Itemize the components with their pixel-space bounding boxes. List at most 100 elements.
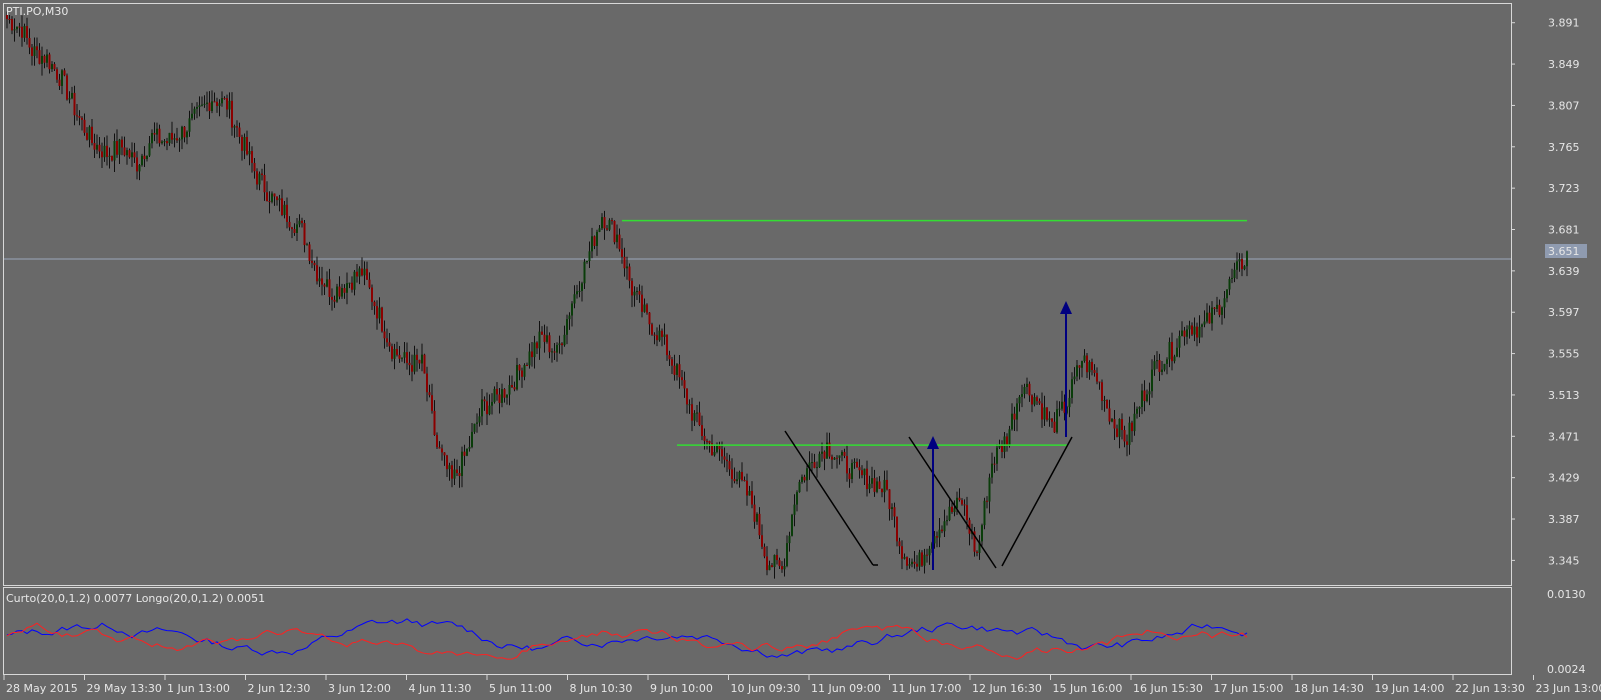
candle-body	[963, 504, 966, 506]
candle-body	[1241, 258, 1243, 270]
price-tick-label: 3.429	[1548, 472, 1580, 485]
candle-body	[886, 479, 888, 490]
candle-body	[966, 505, 968, 521]
candle-body	[146, 155, 148, 160]
candle-body	[111, 155, 113, 161]
candle-body	[696, 412, 698, 414]
candle-body	[338, 286, 341, 297]
indicator-level-high: 0.0130	[1547, 588, 1586, 601]
candle-body	[1228, 279, 1231, 290]
candle-body	[341, 288, 343, 297]
candle-body	[1013, 413, 1016, 420]
candle-body	[468, 447, 471, 449]
candle-body	[271, 193, 273, 202]
candle-body	[991, 463, 993, 478]
candle-body	[1118, 419, 1121, 437]
candle-body	[1166, 359, 1168, 364]
candle-body	[1161, 369, 1163, 372]
candle-body	[108, 155, 111, 157]
candle-body	[513, 387, 516, 390]
candle-body	[243, 136, 246, 151]
price-tick-label: 3.891	[1548, 17, 1580, 30]
candle-body	[868, 483, 871, 490]
candle-body	[11, 19, 13, 31]
candle-body	[503, 389, 506, 398]
time-tick-label: 5 Jun 11:00	[489, 682, 552, 695]
time-tick-label: 15 Jun 16:00	[1053, 682, 1123, 695]
time-tick-label: 22 Jun 13:30	[1455, 682, 1525, 695]
candle-body	[598, 228, 601, 232]
candle-body	[636, 291, 638, 293]
candle-body	[1198, 326, 1201, 338]
candle-body	[813, 462, 816, 468]
trading-chart[interactable]: 3.891 3.849 3.807 3.765 3.723 3.681 3.639 3.597…	[0, 0, 1601, 700]
candle-body	[21, 26, 23, 38]
candle-body	[121, 139, 123, 148]
candle-body	[778, 560, 781, 567]
candle-body	[838, 455, 841, 458]
candle-body	[143, 155, 146, 160]
candle-body	[1113, 419, 1116, 429]
candle-body	[1211, 307, 1213, 324]
candle-body	[693, 413, 696, 421]
candle-body	[1151, 369, 1153, 392]
candle-body	[591, 236, 593, 252]
candle-body	[238, 127, 241, 137]
candle-body	[71, 92, 73, 99]
candle-body	[258, 173, 261, 185]
candle-body	[118, 139, 121, 155]
candle-body	[1131, 422, 1133, 432]
time-tick-label: 11 Jun 09:00	[811, 682, 881, 695]
candle-body	[1026, 383, 1028, 387]
candle-body	[1003, 436, 1006, 452]
candle-body	[576, 291, 578, 295]
time-tick-label: 1 Jun 13:00	[167, 682, 230, 695]
candle-body	[206, 102, 208, 104]
candle-body	[221, 98, 223, 104]
candle-body	[843, 451, 846, 456]
candle-body	[803, 476, 806, 481]
candle-body	[261, 173, 263, 175]
candle-body	[816, 467, 818, 469]
candle-body	[231, 100, 233, 128]
candle-body	[551, 351, 553, 353]
candle-body	[588, 251, 591, 261]
candle-body	[56, 69, 58, 80]
candle-body	[651, 324, 653, 335]
candle-body	[1071, 379, 1073, 398]
candle-body	[683, 380, 686, 389]
candle-body	[1018, 396, 1021, 404]
candle-body	[471, 431, 473, 448]
candle-body	[788, 535, 791, 544]
time-tick-label: 18 Jun 14:30	[1294, 682, 1364, 695]
candle-body	[761, 535, 763, 547]
candle-body	[1086, 355, 1088, 373]
candle-body	[741, 471, 743, 481]
candle-body	[371, 287, 373, 302]
candle-body	[226, 98, 228, 110]
candle-body	[211, 101, 213, 111]
candle-body	[751, 490, 753, 505]
candle-body	[961, 500, 963, 505]
candle-body	[38, 50, 41, 64]
candle-body	[188, 118, 191, 132]
candle-body	[706, 440, 708, 442]
candle-body	[476, 422, 478, 424]
candle-body	[641, 294, 643, 312]
price-tick-label: 3.639	[1548, 265, 1580, 278]
candle-body	[873, 478, 876, 492]
candle-body	[1133, 413, 1136, 432]
candle-body	[316, 265, 318, 282]
candle-body	[366, 268, 368, 280]
candle-body	[156, 128, 158, 135]
price-tick-label: 3.807	[1548, 99, 1580, 112]
candle-body	[181, 126, 183, 140]
candle-body	[346, 283, 348, 293]
candle-body	[841, 451, 843, 456]
time-tick-label: 8 Jun 10:30	[570, 682, 633, 695]
candle-body	[103, 145, 106, 158]
candle-body	[391, 346, 393, 359]
candle-body	[33, 46, 36, 56]
candle-body	[1178, 335, 1181, 348]
candle-body	[451, 465, 453, 479]
